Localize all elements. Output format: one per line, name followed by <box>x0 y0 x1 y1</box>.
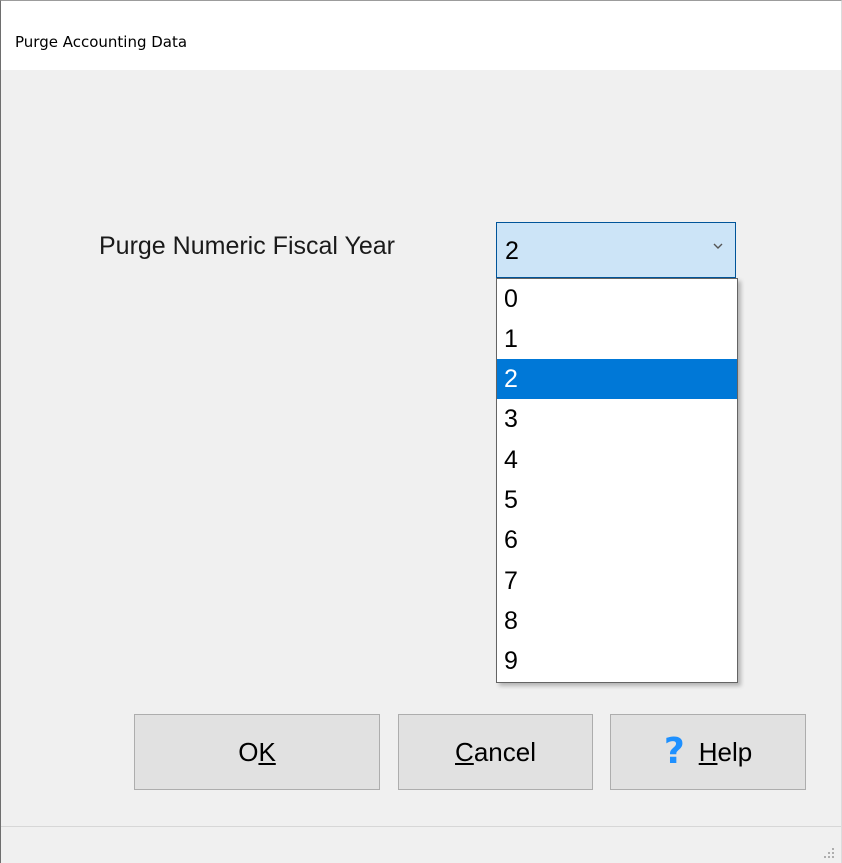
fiscal-year-combobox[interactable]: 2 <box>496 222 736 278</box>
cancel-button[interactable]: Cancel <box>398 714 593 790</box>
dropdown-option-2[interactable]: 2 <box>497 359 737 399</box>
window-title: Purge Accounting Data <box>15 33 188 51</box>
dropdown-option-3[interactable]: 3 <box>497 399 737 439</box>
resize-grip-icon[interactable] <box>821 845 835 859</box>
ok-mnemonic: K <box>258 736 276 767</box>
chevron-down-icon[interactable] <box>711 239 725 253</box>
title-bar[interactable]: Purge Accounting Data <box>1 1 841 70</box>
dropdown-option-1[interactable]: 1 <box>497 319 737 359</box>
cancel-label-post: ancel <box>473 736 536 767</box>
dropdown-option-9[interactable]: 9 <box>497 641 737 681</box>
help-label-post: elp <box>717 736 753 767</box>
dropdown-option-0[interactable]: 0 <box>497 279 737 319</box>
fiscal-year-dropdown-list: 0123456789 <box>496 278 738 683</box>
purge-dialog: Purge Accounting Data Purge Numeric Fisc… <box>0 0 842 863</box>
cancel-mnemonic: C <box>455 736 474 767</box>
ok-label-pre: O <box>238 736 259 767</box>
cancel-label: Cancel <box>455 737 536 768</box>
combobox-value: 2 <box>505 237 519 265</box>
help-mnemonic: H <box>698 736 718 767</box>
dropdown-option-8[interactable]: 8 <box>497 601 737 641</box>
status-divider <box>1 826 841 827</box>
dropdown-option-6[interactable]: 6 <box>497 520 737 560</box>
fiscal-year-label: Purge Numeric Fiscal Year <box>99 232 395 260</box>
question-mark-icon: ? <box>663 731 685 772</box>
help-label: Help <box>699 737 752 768</box>
dropdown-option-4[interactable]: 4 <box>497 440 737 480</box>
ok-label: OK <box>238 737 276 768</box>
ok-button[interactable]: OK <box>134 714 380 790</box>
help-button[interactable]: ? Help <box>610 714 806 790</box>
dropdown-option-5[interactable]: 5 <box>497 480 737 520</box>
dropdown-option-7[interactable]: 7 <box>497 561 737 601</box>
